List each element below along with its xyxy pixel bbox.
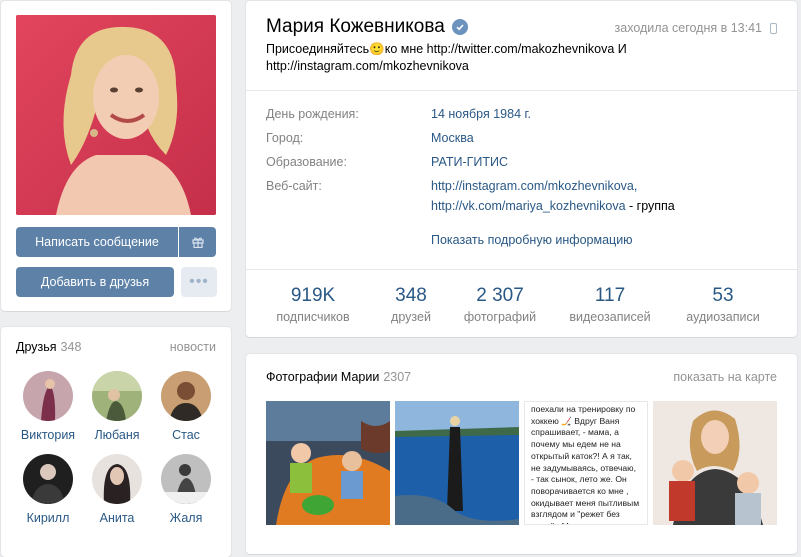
send-gift-button[interactable]: [179, 227, 216, 257]
friend-avatar: [92, 371, 142, 421]
status-line-1: Присоединяйтесь🙂ко мне http://twitter.co…: [266, 42, 627, 56]
stat-audio[interactable]: 53 аудиозаписи: [668, 285, 778, 324]
website-label: Веб-сайт:: [266, 179, 322, 193]
stat-value: 53: [712, 285, 734, 306]
friend-name: Виктория: [20, 428, 76, 442]
profile-avatar[interactable]: [16, 15, 216, 215]
friend-item[interactable]: Виктория: [13, 371, 83, 442]
profile-status: Присоединяйтесь🙂ко мне http://twitter.co…: [266, 41, 766, 75]
stat-label: аудиозаписи: [686, 310, 760, 324]
last-seen-status: заходила сегодня в 13:41: [615, 21, 777, 35]
photo-thumbnail[interactable]: [653, 401, 777, 525]
photo-thumbnail[interactable]: [266, 401, 390, 525]
city-value[interactable]: Москва: [431, 129, 751, 148]
website-link-vk[interactable]: http://vk.com/mariya_kozhevnikova: [431, 199, 626, 213]
friend-item[interactable]: Любаня: [82, 371, 152, 442]
text-photo-thumbnail[interactable]: поехали на тренировку по хоккею 🏒 Вдруг …: [524, 401, 648, 525]
stat-label: видеозаписей: [569, 310, 651, 324]
photos-title: Фотографии Марии: [266, 370, 380, 384]
website-link-instagram[interactable]: http://instagram.com/mkozhevnikova,: [431, 179, 637, 193]
show-more-info-link[interactable]: Показать подробную информацию: [431, 233, 633, 247]
profile-name-row: Мария Кожевникова: [266, 15, 468, 39]
friend-item[interactable]: Стас: [151, 371, 221, 442]
friend-name: Анита: [99, 511, 135, 525]
photos-card: Фотографии Марии 2307 показать на карте п…: [246, 354, 797, 554]
divider: [246, 90, 797, 91]
profile-name: Мария Кожевникова: [266, 16, 445, 37]
mobile-phone-icon: [770, 22, 777, 34]
last-seen-text: заходила сегодня в 13:41: [614, 21, 762, 35]
friend-avatar: [161, 371, 211, 421]
photo-thumbnail[interactable]: [395, 401, 519, 525]
add-friend-label: Добавить в друзья: [40, 275, 150, 289]
profile-actions-card: Написать сообщение Добавить в друзья •••: [1, 1, 231, 311]
photos-count: 2307: [383, 370, 412, 384]
photos-header[interactable]: Фотографии Марии 2307: [266, 370, 411, 384]
friend-name: Кирилл: [26, 511, 70, 525]
friend-avatar: [92, 454, 142, 504]
show-on-map-link[interactable]: показать на карте: [673, 370, 777, 384]
stat-value: 117: [594, 285, 626, 306]
stat-label: подписчиков: [276, 310, 350, 324]
education-label: Образование:: [266, 155, 347, 169]
add-friend-button[interactable]: Добавить в друзья: [16, 267, 174, 297]
profile-info-card: Мария Кожевникова заходила сегодня в 13:…: [246, 1, 797, 337]
more-actions-button[interactable]: •••: [181, 267, 217, 297]
friends-count: 348: [60, 340, 82, 354]
friends-news-link[interactable]: новости: [170, 340, 216, 354]
friend-name: Жаля: [169, 511, 203, 525]
friend-name: Любаня: [94, 428, 140, 442]
status-line-2: http://instagram.com/mkozhevnikova: [266, 59, 469, 73]
divider: [246, 269, 797, 270]
friend-avatar: [23, 371, 73, 421]
friend-name: Стас: [172, 428, 200, 442]
friend-item[interactable]: Кирилл: [13, 454, 83, 525]
gift-icon: [191, 237, 204, 248]
friends-card: Друзья 348 новости Виктория Любаня Стас К…: [1, 327, 231, 557]
stat-videos[interactable]: 117 видеозаписей: [555, 285, 665, 324]
stat-label: фотографий: [463, 310, 537, 324]
friends-header[interactable]: Друзья 348: [16, 340, 81, 354]
birthday-value[interactable]: 14 ноября 1984 г.: [431, 105, 751, 124]
stat-photos[interactable]: 2 307 фотографий: [445, 285, 555, 324]
send-message-label: Написать сообщение: [35, 235, 159, 249]
website-value-2: http://vk.com/mariya_kozhevnikova - груп…: [431, 197, 751, 216]
stat-value: 919K: [290, 285, 336, 306]
stat-value: 2 307: [476, 285, 524, 306]
text-photo-content: поехали на тренировку по хоккею 🏒 Вдруг …: [531, 404, 640, 524]
friend-avatar: [161, 454, 211, 504]
friend-item[interactable]: Жаля: [151, 454, 221, 525]
friends-title: Друзья: [16, 340, 57, 354]
friend-avatar: [23, 454, 73, 504]
send-message-button[interactable]: Написать сообщение: [16, 227, 178, 257]
city-label: Город:: [266, 131, 304, 145]
website-suffix: - группа: [625, 199, 675, 213]
website-value: http://instagram.com/mkozhevnikova,: [431, 177, 751, 196]
friend-item[interactable]: Анита: [82, 454, 152, 525]
more-dots-icon: •••: [189, 273, 209, 290]
stat-followers[interactable]: 919K подписчиков: [258, 285, 368, 324]
birthday-label: День рождения:: [266, 107, 359, 121]
education-value[interactable]: РАТИ-ГИТИС: [431, 153, 751, 172]
verified-check-icon[interactable]: [451, 19, 468, 35]
